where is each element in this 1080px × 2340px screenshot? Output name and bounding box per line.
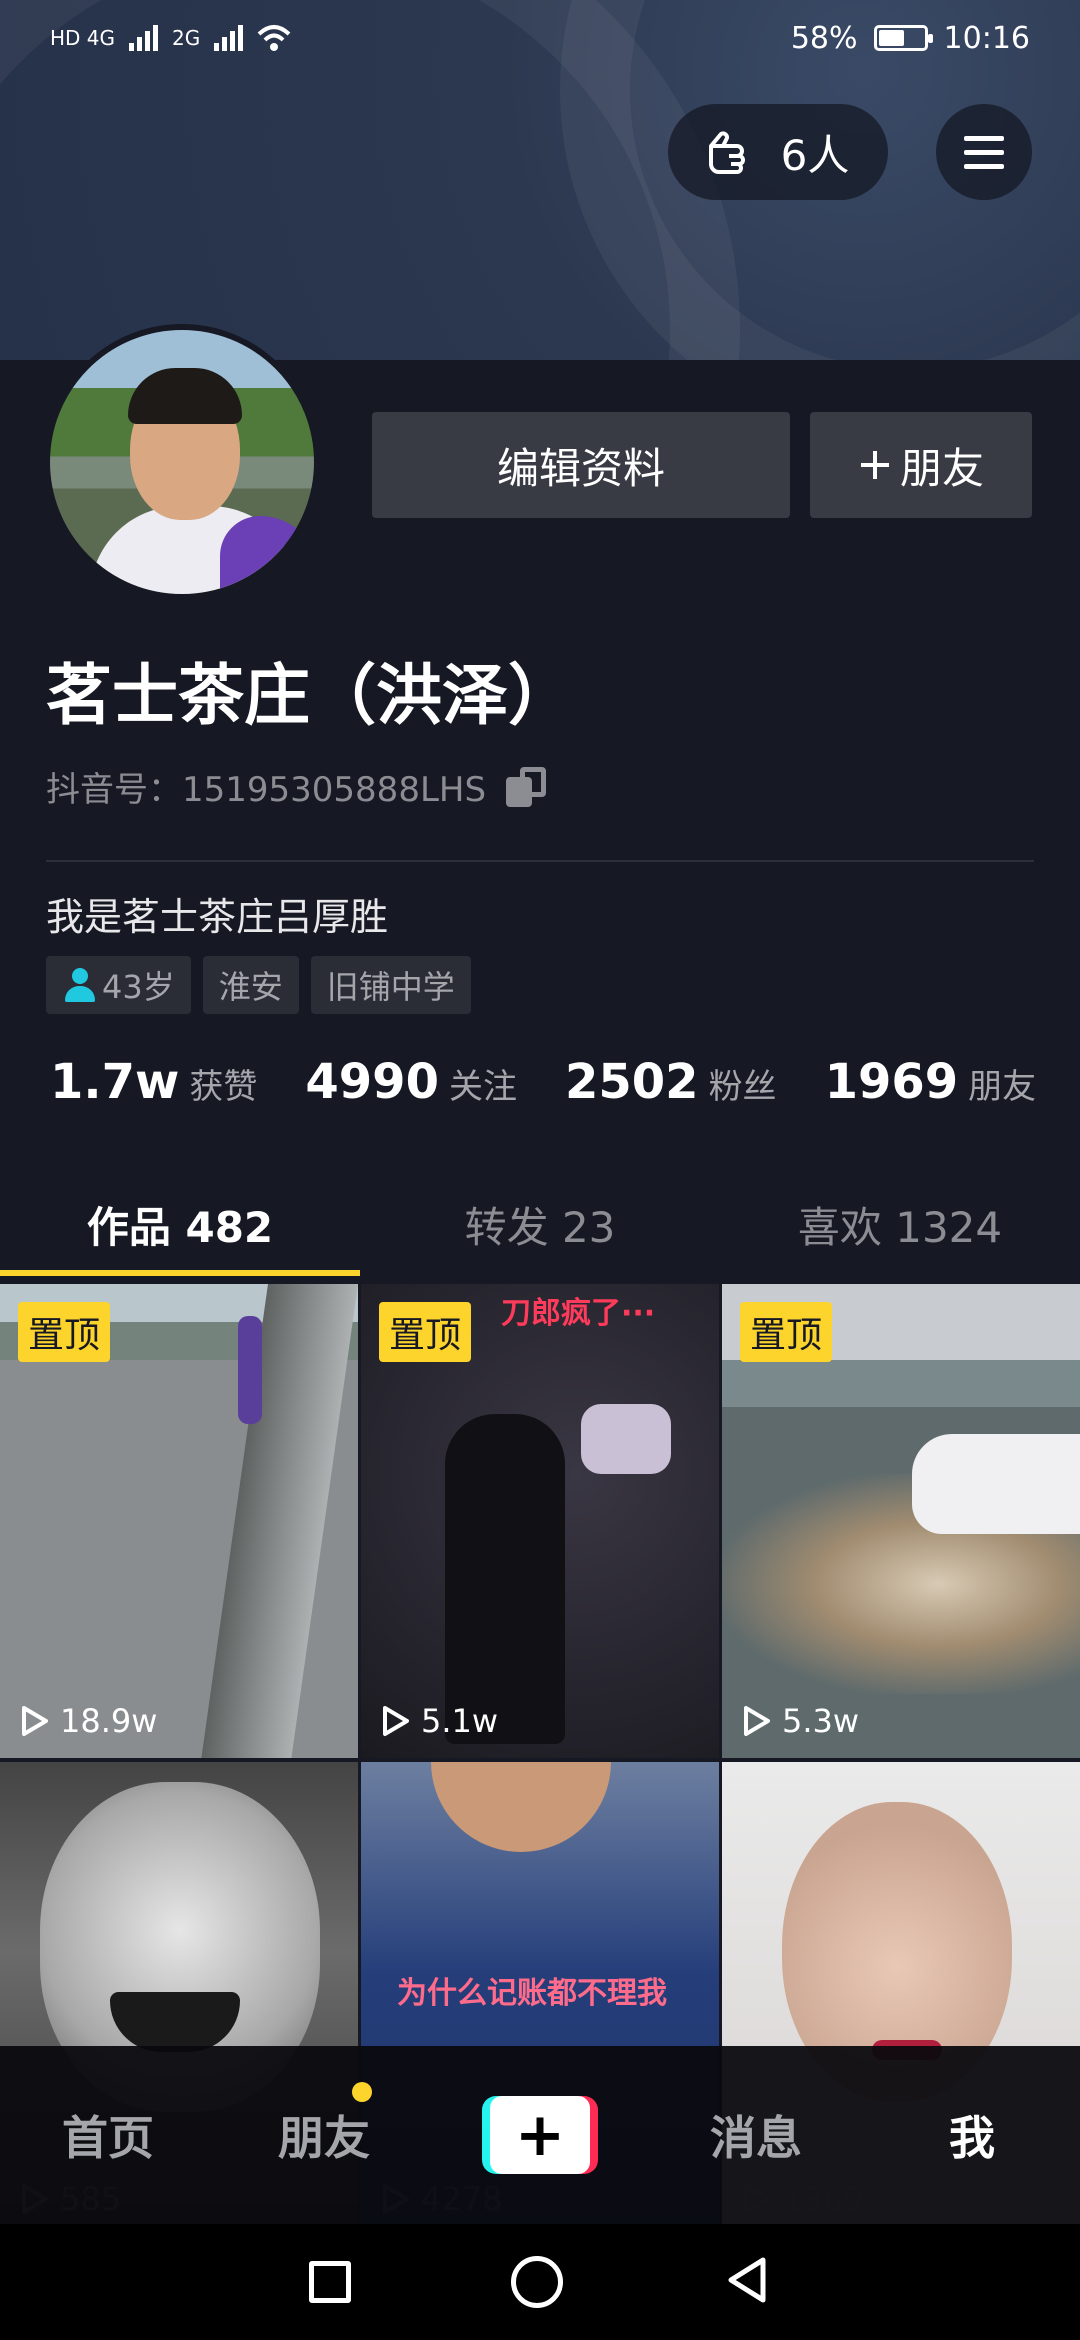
play-icon	[18, 1704, 50, 1738]
nav-me[interactable]: 我	[864, 2102, 1080, 2168]
battery-percent: 58%	[790, 20, 858, 56]
nav-messages-label: 消息	[710, 2111, 802, 2165]
stat-label: 粉丝	[708, 1067, 777, 1107]
pinned-badge: 置顶	[379, 1302, 472, 1362]
pointing-hand-icon	[708, 131, 745, 174]
stat-likes: 1.7w 获赞	[50, 1054, 257, 1110]
school-tag: 旧铺中学	[310, 956, 471, 1014]
douyin-id: 抖音号：15195305888LHS	[46, 770, 487, 810]
thumb-scene	[431, 1762, 611, 1852]
avatar[interactable]	[44, 324, 320, 600]
system-nav-bar	[0, 2224, 1080, 2340]
tab-indicator	[0, 1270, 360, 1276]
thumb-scene	[201, 1284, 358, 1758]
plus-icon: +	[482, 2096, 598, 2174]
back-icon[interactable]	[723, 2254, 771, 2310]
status-bar: HD 4G 2G 58% 10:16	[0, 0, 1080, 76]
create-button[interactable]: +	[432, 2096, 648, 2174]
video-caption: 为什么记账都不理我	[397, 1976, 667, 2011]
tab-likes[interactable]: 喜欢 1324	[720, 1170, 1080, 1278]
menu-icon-bar	[964, 163, 1004, 169]
play-count-label: 5.3w	[782, 1702, 860, 1740]
stat-number: 1969	[824, 1054, 959, 1110]
bio: 我是茗士茶庄吕厚胜	[46, 895, 389, 939]
battery-icon	[873, 25, 933, 51]
tab-reposts[interactable]: 转发 23	[360, 1170, 720, 1278]
nav-messages[interactable]: 消息	[648, 2102, 864, 2168]
network-label-2: 2G	[172, 26, 201, 50]
location-label: 淮安	[218, 968, 283, 1006]
tab-label: 喜欢 1324	[797, 1202, 1003, 1252]
pinned-badge: 置顶	[740, 1302, 833, 1362]
nav-home-label: 首页	[62, 2111, 154, 2165]
stat-following[interactable]: 4990 关注	[305, 1054, 517, 1110]
home-icon[interactable]	[511, 2256, 563, 2308]
battery-fill	[878, 30, 905, 46]
edit-profile-label: 编辑资料	[496, 443, 665, 493]
menu-icon-bar	[964, 149, 1004, 155]
stats-row: 1.7w 获赞 4990 关注 2502 粉丝 1969 朋友	[50, 1054, 1036, 1110]
clock: 10:16	[943, 20, 1030, 56]
location-tag: 淮安	[202, 956, 299, 1014]
add-friend-button[interactable]: 朋友	[810, 412, 1032, 518]
play-icon	[740, 1704, 772, 1738]
nav-friends-label: 朋友	[278, 2111, 370, 2165]
thumb-scene	[445, 1414, 565, 1744]
stat-number: 4990	[305, 1054, 439, 1110]
nav-home[interactable]: 首页	[0, 2102, 216, 2168]
plus-icon	[860, 451, 889, 479]
person-icon	[62, 966, 98, 1004]
stat-label: 获赞	[189, 1067, 258, 1107]
stat-friends[interactable]: 1969 朋友	[825, 1054, 1037, 1110]
avatar-shirt-accent	[220, 516, 314, 594]
play-count: 18.9w	[18, 1702, 157, 1740]
stat-label: 朋友	[968, 1067, 1037, 1107]
tab-label: 转发 23	[464, 1202, 616, 1252]
menu-button[interactable]	[936, 104, 1032, 200]
play-count: 5.1w	[379, 1702, 498, 1740]
avatar-hair	[128, 368, 242, 424]
video-caption: 刀郎疯了···	[501, 1296, 656, 1331]
school-label: 旧铺中学	[326, 968, 455, 1006]
tab-label: 作品 482	[86, 1202, 274, 1252]
thumb-scene	[238, 1316, 262, 1424]
nav-friends[interactable]: 朋友	[216, 2082, 432, 2168]
edit-profile-button[interactable]: 编辑资料	[372, 412, 790, 518]
visitor-count: 6人	[780, 130, 850, 180]
video-thumbnail[interactable]: 置顶 5.3w	[722, 1284, 1080, 1758]
copy-icon[interactable]	[506, 766, 547, 807]
age-tag: 43岁	[46, 956, 191, 1014]
tab-works[interactable]: 作品 482	[0, 1170, 360, 1278]
pinned-badge: 置顶	[18, 1302, 111, 1362]
play-count: 5.3w	[740, 1702, 859, 1740]
thumb-scene	[912, 1434, 1080, 1534]
video-thumbnail[interactable]: 置顶 18.9w	[0, 1284, 358, 1758]
play-count-label: 18.9w	[60, 1702, 158, 1740]
play-count-label: 5.1w	[421, 1702, 499, 1740]
menu-icon	[964, 135, 1004, 141]
network-label: HD 4G	[50, 26, 116, 50]
bottom-nav: 首页 朋友 + 消息 我	[0, 2046, 1080, 2224]
profile-name: 茗士茶庄（洪泽）	[46, 657, 574, 734]
signal-icon	[129, 25, 159, 51]
nav-me-label: 我	[949, 2111, 995, 2165]
divider	[46, 860, 1034, 862]
stat-number: 2502	[564, 1054, 699, 1110]
play-icon	[379, 1704, 411, 1738]
stat-followers[interactable]: 2502 粉丝	[565, 1054, 777, 1110]
thumb-scene	[581, 1404, 671, 1474]
visitors-button[interactable]: 6人	[668, 104, 888, 200]
add-friend-label: 朋友	[899, 443, 984, 493]
stat-label: 关注	[448, 1067, 517, 1107]
profile-tags: 43岁 淮安 旧铺中学	[46, 956, 471, 1014]
douyin-id-row: 抖音号：15195305888LHS	[46, 762, 547, 811]
signal-icon-2	[214, 25, 244, 51]
content-tabs: 作品 482 转发 23 喜欢 1324	[0, 1170, 1080, 1278]
wifi-icon	[257, 25, 291, 51]
video-thumbnail[interactable]: 刀郎疯了··· 置顶 5.1w	[361, 1284, 719, 1758]
age-label: 43岁	[102, 968, 175, 1006]
recents-icon[interactable]	[309, 2261, 351, 2303]
stat-number: 1.7w	[50, 1054, 180, 1110]
notification-dot	[352, 2082, 372, 2102]
